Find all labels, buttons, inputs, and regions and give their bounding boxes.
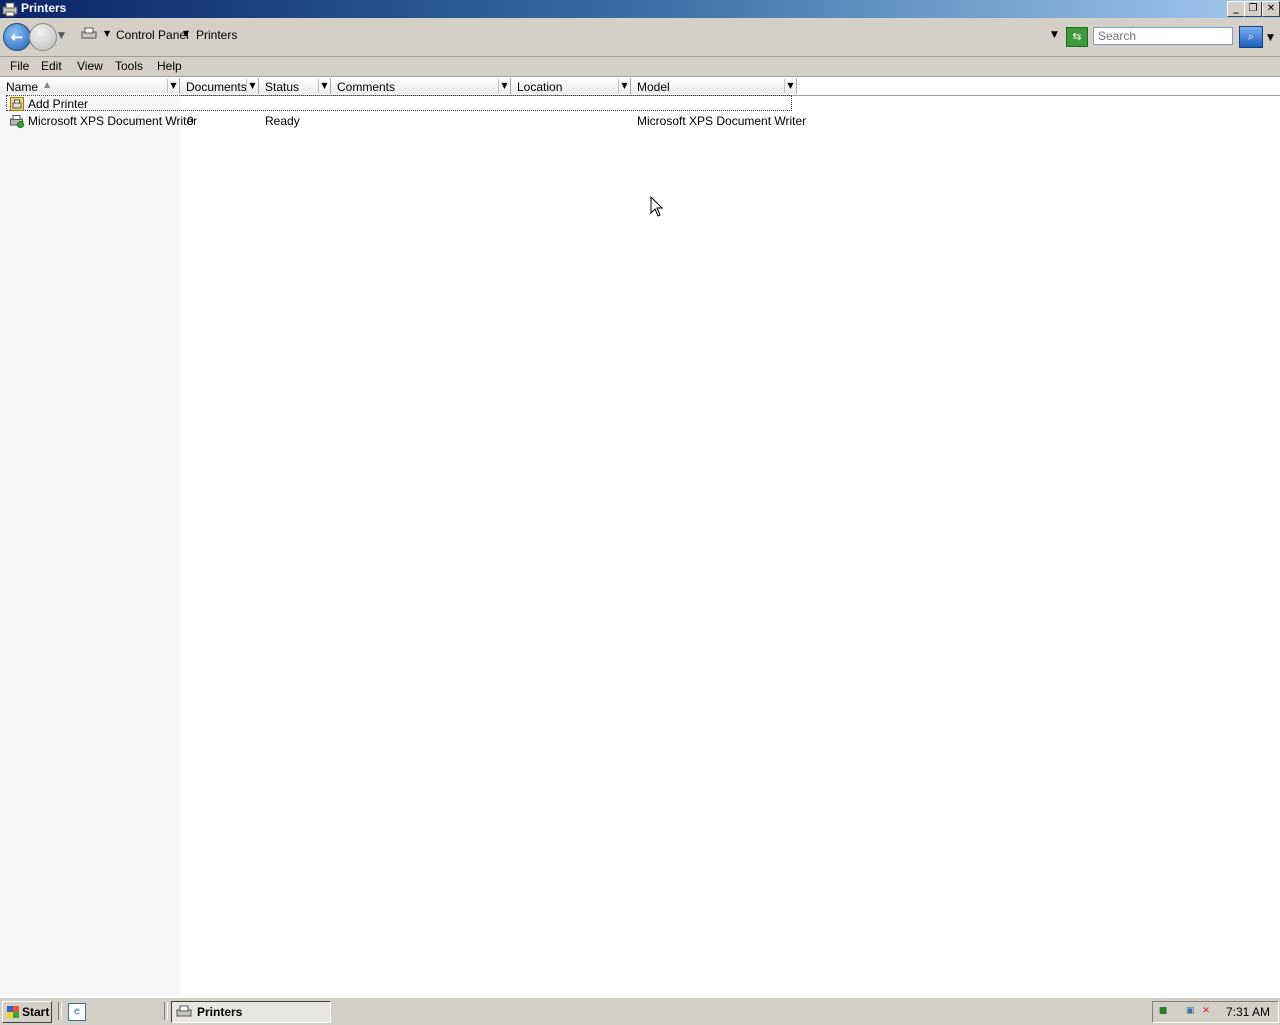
menu-file[interactable]: File (10, 59, 29, 73)
window-title: Printers (21, 1, 67, 15)
refresh-icon: ⇆ (1072, 30, 1082, 43)
column-header-documents[interactable]: Documents ▼ (180, 78, 259, 94)
column-header-location[interactable]: Location ▼ (511, 78, 631, 94)
column-filter-dropdown-icon[interactable]: ▼ (784, 79, 796, 93)
menu-tools[interactable]: Tools (115, 59, 143, 73)
printer-icon (10, 115, 24, 128)
sorted-column-highlight (0, 95, 180, 996)
column-filter-dropdown-icon[interactable]: ▼ (618, 79, 630, 93)
address-dropdown-icon[interactable]: ▼ (1051, 30, 1058, 40)
minimize-button[interactable]: _ (1227, 1, 1245, 17)
taskbar: Start e Printers ■ ▣ ✕ 7:31 AM (0, 997, 1280, 1025)
row-status: Ready (265, 114, 300, 128)
refresh-button[interactable]: ⇆ (1066, 27, 1088, 47)
column-header-label: Location (517, 80, 563, 94)
search-options-dropdown-icon[interactable]: ▼ (1267, 33, 1274, 43)
taskbar-button-label: Printers (197, 1005, 243, 1019)
column-header-status[interactable]: Status ▼ (259, 78, 331, 94)
column-header-model[interactable]: Model ▼ (631, 78, 797, 94)
column-header-label: Model (637, 80, 670, 94)
restore-button[interactable]: ❐ (1244, 1, 1262, 17)
sort-ascending-icon: ▲ (44, 80, 51, 89)
search-icon: ⌕ (1247, 30, 1255, 43)
printer-folder-icon (176, 1005, 192, 1017)
back-arrow-icon: ← (10, 28, 24, 46)
list-item-xps-writer[interactable]: Microsoft XPS Document Writer 0 Ready Mi… (6, 113, 806, 129)
menu-edit[interactable]: Edit (41, 59, 62, 73)
add-printer-icon (10, 97, 24, 111)
printer-folder-icon (81, 27, 97, 39)
row-name: Add Printer (28, 97, 89, 111)
recent-pages-dropdown-icon[interactable]: ▼ (58, 31, 65, 41)
breadcrumb-control-panel[interactable]: Control Panel (116, 28, 189, 42)
printer-folder-icon (2, 2, 18, 17)
volume-muted-icon[interactable]: ✕ (1199, 1005, 1213, 1018)
row-documents: 0 (187, 114, 194, 128)
navigation-bar: ← → ▼ ▼ Control Panel ▼ Printers ▼ ⇆ ⌕ ▼ (0, 18, 1280, 57)
menu-help[interactable]: Help (157, 59, 182, 73)
column-header-label: Comments (337, 80, 396, 94)
column-header-label: Name (6, 80, 39, 94)
row-name: Microsoft XPS Document Writer (28, 114, 198, 128)
title-bar[interactable]: Printers _ ❐ ✕ (0, 0, 1280, 18)
security-shield-icon[interactable]: ■ (1156, 1005, 1170, 1018)
network-icon[interactable]: ▣ (1183, 1005, 1197, 1018)
column-filter-dropdown-icon[interactable]: ▼ (167, 79, 179, 93)
close-button[interactable]: ✕ (1262, 1, 1280, 17)
taskbar-button-printers[interactable]: Printers (171, 1001, 331, 1023)
internet-explorer-quicklaunch-icon[interactable]: e (68, 1003, 86, 1021)
list-item-add-printer[interactable]: Add Printer (6, 96, 792, 112)
column-filter-dropdown-icon[interactable]: ▼ (318, 79, 330, 93)
taskbar-separator (164, 1002, 168, 1020)
column-header-comments[interactable]: Comments ▼ (331, 78, 511, 94)
clock[interactable]: 7:31 AM (1226, 1005, 1270, 1019)
forward-button[interactable]: → (29, 23, 57, 51)
row-model: Microsoft XPS Document Writer (637, 114, 807, 128)
start-label: Start (22, 1005, 50, 1019)
forward-arrow-icon: → (36, 28, 50, 46)
mouse-cursor-icon (650, 196, 664, 217)
column-header-row: Name ▲ ▼ Documents ▼ Status ▼ Comments ▼… (0, 78, 1280, 96)
column-header-name[interactable]: Name ▲ ▼ (0, 78, 180, 94)
column-filter-dropdown-icon[interactable]: ▼ (246, 79, 258, 93)
back-button[interactable]: ← (3, 23, 31, 51)
column-header-label: Documents (186, 80, 247, 94)
search-button[interactable]: ⌕ (1239, 26, 1263, 48)
chevron-down-icon[interactable]: ▼ (183, 29, 189, 38)
column-header-label: Status (265, 80, 300, 94)
menu-view[interactable]: View (77, 59, 103, 73)
menu-bar: File Edit View Tools Help (0, 57, 1280, 77)
system-tray: ■ ▣ ✕ 7:31 AM (1152, 1001, 1279, 1023)
windows-logo-icon (7, 1006, 19, 1018)
address-box[interactable]: ▼ Control Panel ▼ Printers (76, 24, 1066, 46)
taskbar-separator (58, 1002, 62, 1020)
start-button[interactable]: Start (2, 1001, 52, 1023)
column-filter-dropdown-icon[interactable]: ▼ (498, 79, 510, 93)
breadcrumb-printers[interactable]: Printers (196, 28, 237, 42)
search-input[interactable] (1093, 27, 1233, 45)
chevron-down-icon[interactable]: ▼ (104, 29, 110, 38)
